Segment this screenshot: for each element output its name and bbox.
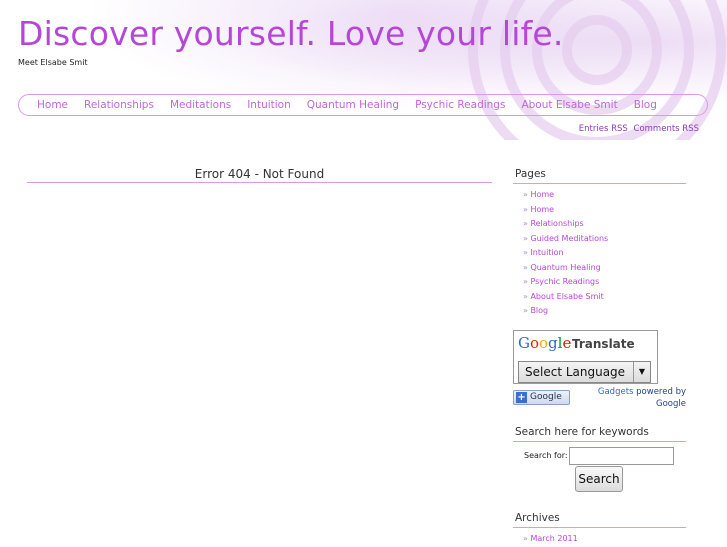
nav-item-intuition[interactable]: Intuition xyxy=(247,99,291,111)
site-description: Meet Elsabe Smit xyxy=(18,58,88,67)
pages-item-guided-meditations[interactable]: Guided Meditations xyxy=(523,232,686,247)
nav-item-relationships[interactable]: Relationships xyxy=(84,99,154,111)
plus-icon: + xyxy=(516,392,527,403)
search-button[interactable]: Search xyxy=(575,466,623,492)
nav-item-blog[interactable]: Blog xyxy=(634,99,657,111)
powered-by-google[interactable]: Google xyxy=(656,399,686,409)
pages-item-psychic-readings[interactable]: Psychic Readings xyxy=(523,275,686,290)
nav-item-home[interactable]: Home xyxy=(37,99,68,111)
translate-label: Translate xyxy=(572,337,635,351)
gadgets-link[interactable]: Gadgets xyxy=(598,387,634,397)
nav-item-about[interactable]: About Elsabe Smit xyxy=(521,99,617,111)
pages-widget-title: Pages xyxy=(513,166,686,184)
search-widget: Search here for keywords xyxy=(513,424,686,442)
pages-item-home-2[interactable]: Home xyxy=(523,203,686,218)
page-heading: Error 404 - Not Found xyxy=(27,167,492,183)
nav-item-quantum-healing[interactable]: Quantum Healing xyxy=(307,99,399,111)
nav-item-psychic-readings[interactable]: Psychic Readings xyxy=(415,99,505,111)
archives-item[interactable]: March 2011 xyxy=(523,532,686,547)
pages-item-home[interactable]: Home xyxy=(523,188,686,203)
language-select-value: Select Language xyxy=(525,365,626,379)
pages-item-relationships[interactable]: Relationships xyxy=(523,217,686,232)
nav-item-meditations[interactable]: Meditations xyxy=(170,99,231,111)
add-to-google-button[interactable]: + Google xyxy=(513,390,570,405)
search-input[interactable] xyxy=(569,447,674,465)
archives-widget-title: Archives xyxy=(513,510,686,528)
pages-item-about[interactable]: About Elsabe Smit xyxy=(523,290,686,305)
search-label: Search for: xyxy=(524,451,568,460)
archives-widget: Archives March 2011 xyxy=(513,510,686,547)
main-navigation: Home Relationships Meditations Intuition… xyxy=(18,94,708,116)
pages-item-intuition[interactable]: Intuition xyxy=(523,246,686,261)
entries-rss-link[interactable]: Entries RSS xyxy=(579,124,628,134)
pages-item-quantum-healing[interactable]: Quantum Healing xyxy=(523,261,686,276)
dropdown-arrow-icon: ▼ xyxy=(633,362,650,382)
add-to-google-label: Google xyxy=(530,392,562,402)
site-title[interactable]: Discover yourself. Love your life. xyxy=(18,14,564,53)
rss-links: Entries RSS Comments RSS xyxy=(576,124,699,134)
pages-item-blog[interactable]: Blog xyxy=(523,304,686,319)
gadgets-powered-by: Gadgets powered by Google xyxy=(590,386,686,410)
sidebar: Pages Home Home Relationships Guided Med… xyxy=(513,166,686,319)
archives-list: March 2011 xyxy=(513,532,686,547)
google-translate-widget: Google Translate Select Language ▼ xyxy=(513,330,658,384)
comments-rss-link[interactable]: Comments RSS xyxy=(634,124,699,134)
search-widget-title: Search here for keywords xyxy=(513,424,686,442)
google-logo: Google xyxy=(518,334,572,352)
powered-by-text: powered by xyxy=(636,387,686,397)
language-select[interactable]: Select Language ▼ xyxy=(518,361,651,383)
pages-list: Home Home Relationships Guided Meditatio… xyxy=(513,188,686,319)
